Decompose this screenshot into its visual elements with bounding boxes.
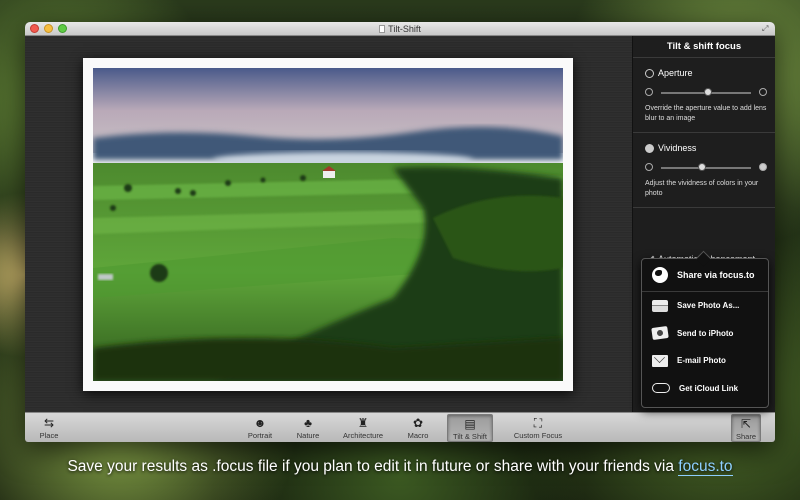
panel-title: Tilt & shift focus: [633, 36, 775, 58]
share-icon: ⇱: [740, 417, 752, 431]
bottom-toolbar: ⇆ Place ☻ Portrait ♣ Nature ♜ Architectu…: [25, 412, 775, 442]
image-canvas: [25, 36, 632, 412]
vividness-title: Vividness: [658, 143, 697, 153]
aperture-knob[interactable]: [703, 88, 712, 96]
aperture-icon: [645, 68, 654, 78]
window-title: Tilt-Shift: [25, 22, 775, 36]
photo-frame: [83, 58, 573, 391]
custom-focus-button[interactable]: ⛶ Custom Focus: [509, 414, 567, 442]
vividness-max-icon: [759, 163, 767, 171]
send-to-iphoto-item[interactable]: Send to iPhoto: [642, 320, 768, 348]
macro-button[interactable]: ✿ Macro: [401, 414, 435, 442]
share-menu: Share via focus.to Save Photo As... Send…: [641, 258, 769, 408]
share-focus-to-item[interactable]: Share via focus.to: [642, 259, 768, 292]
vividness-icon: [645, 143, 654, 153]
focus-frame-icon: ⛶: [533, 416, 543, 430]
aperture-section: Aperture Override the aperture value to …: [633, 58, 775, 133]
place-button[interactable]: ⇆ Place: [31, 414, 67, 442]
portrait-button[interactable]: ☻ Portrait: [240, 414, 280, 442]
vividness-track[interactable]: [661, 167, 751, 169]
landscape-image: [93, 68, 563, 381]
title-bar: Tilt-Shift ⤢: [25, 22, 775, 36]
globe-icon: [652, 267, 668, 283]
get-icloud-link-item[interactable]: Get iCloud Link: [642, 375, 768, 403]
aperture-title: Aperture: [658, 68, 693, 78]
email-photo-item[interactable]: E-mail Photo: [642, 347, 768, 375]
nature-button[interactable]: ♣ Nature: [290, 414, 326, 442]
architecture-button[interactable]: ♜ Architecture: [336, 414, 390, 442]
share-button[interactable]: ⇱ Share: [731, 414, 761, 442]
drive-icon: [652, 299, 668, 312]
aperture-max-icon: [759, 88, 767, 96]
landscape-photo[interactable]: [93, 68, 563, 381]
aperture-slider[interactable]: [645, 84, 767, 102]
cloud-icon: [652, 383, 670, 394]
fullscreen-icon[interactable]: ⤢: [762, 24, 771, 33]
focus-to-link[interactable]: focus.to: [678, 458, 733, 476]
vividness-min-icon: [645, 163, 653, 171]
statue-icon: ♜: [357, 416, 369, 430]
save-photo-as-item[interactable]: Save Photo As...: [642, 292, 768, 320]
aperture-min-icon: [645, 88, 653, 96]
promo-caption: Save your results as .focus file if you …: [67, 458, 733, 476]
vividness-slider[interactable]: [645, 159, 767, 177]
vividness-section: Vividness Adjust the vividness of colors…: [633, 133, 775, 208]
aperture-description: Override the aperture value to add lens …: [645, 105, 767, 122]
tilt-shift-icon: ▤: [464, 417, 476, 431]
vividness-knob[interactable]: [697, 163, 706, 171]
mail-icon: [652, 354, 668, 367]
tilt-shift-button[interactable]: ▤ Tilt & Shift: [447, 414, 493, 442]
document-icon: [379, 25, 386, 33]
vividness-description: Adjust the vividness of colors in your p…: [645, 180, 759, 197]
portrait-icon: ☻: [253, 416, 267, 430]
iphoto-icon: [651, 326, 669, 341]
tree-icon: ♣: [304, 416, 312, 430]
flower-icon: ✿: [412, 416, 424, 430]
place-icon: ⇆: [43, 416, 55, 430]
